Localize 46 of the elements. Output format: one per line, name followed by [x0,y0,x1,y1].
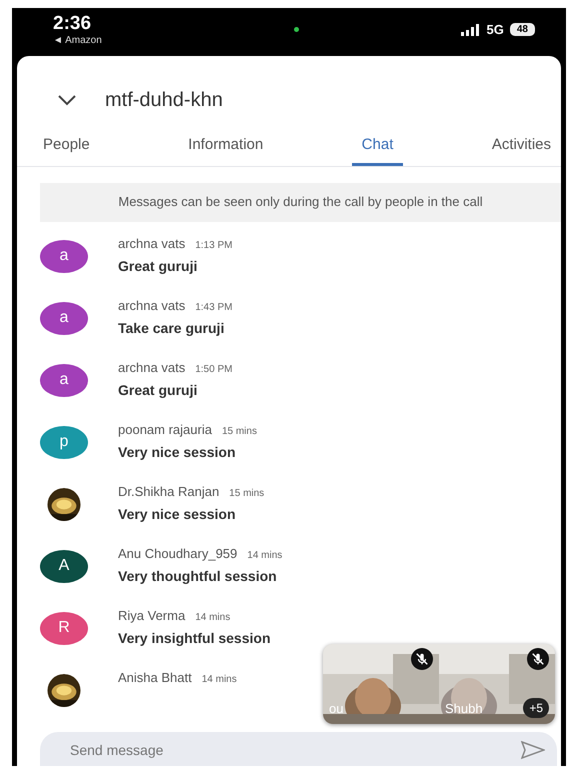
message-text: Very nice session [118,444,237,460]
message-time: 15 mins [229,488,264,499]
message-field[interactable]: Send message [40,732,557,766]
sender-name: archna vats [118,360,186,375]
back-to-app-link[interactable]: ◄ Amazon [53,35,102,46]
meeting-code: mtf-duhd-khn [105,88,223,112]
message-text: Very insightful session [118,630,270,646]
sender-name: poonam rajauria [118,422,212,437]
avatar: R [40,612,88,645]
network-type: 5G [486,22,504,37]
sender-name: archna vats [118,236,186,251]
message-time: 1:43 PM [195,302,232,313]
tab[interactable]: People [33,128,100,166]
message-text: Great guruji [118,258,198,274]
tab[interactable]: Chat [352,128,404,166]
status-time: 2:36 [53,13,92,35]
avatar: a [40,302,88,335]
message-text: Take care guruji [118,320,226,336]
message-time: 14 mins [202,674,237,685]
avatar: A [40,550,88,583]
avatar: p [40,426,88,459]
notice-banner: Messages can be seen only during the call by people in the call [40,183,561,222]
tab[interactable]: Activities [482,128,561,166]
message-time: 1:13 PM [195,240,232,251]
message-time: 14 mins [247,550,282,561]
camera-indicator-icon [294,27,299,32]
message-text: Very thoughtful session [118,568,278,584]
signal-icon [460,24,481,36]
message-time: 14 mins [195,612,230,623]
message-text: Great guruji [118,382,198,398]
sender-name: archna vats [118,298,186,313]
participant-name: Shubh [445,700,483,716]
sender-name: Riya Verma [118,608,186,623]
message-time: 15 mins [222,426,257,437]
send-icon[interactable] [521,740,545,760]
battery-indicator: 48 [510,23,535,36]
participant-name: ou [329,700,344,716]
avatar: a [40,240,88,273]
message-time: 1:50 PM [195,364,232,375]
sender-name: Anu Choudhary_959 [118,546,238,561]
sender-name: Anisha Bhatt [118,670,192,685]
avatar: a [40,364,88,397]
chevron-down-icon[interactable] [57,94,77,106]
tab[interactable]: Information [178,128,274,166]
message-text: Very nice session [118,506,237,522]
sender-name: Dr.Shikha Ranjan [118,484,220,499]
